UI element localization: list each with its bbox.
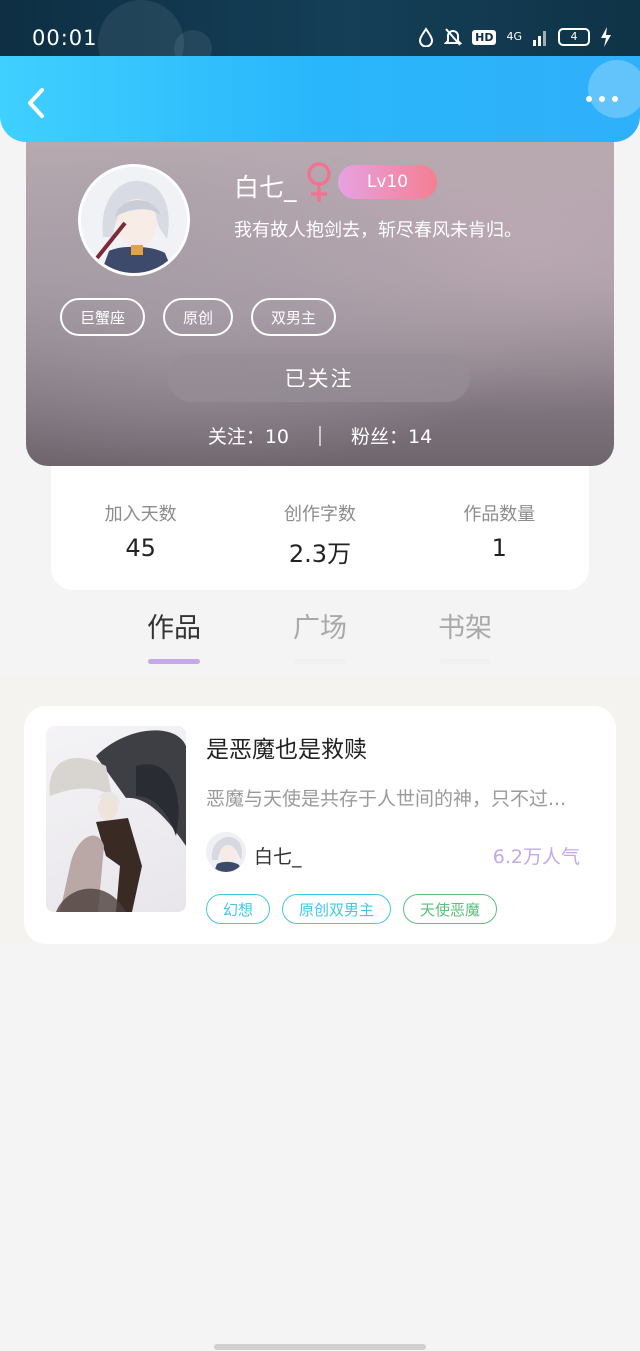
work-tag[interactable]: 天使恶魔 (403, 894, 498, 924)
female-gender-icon (307, 162, 331, 202)
profile-tag[interactable]: 原创 (163, 298, 234, 336)
stats-card: 加入天数 45 创作字数 2.3万 作品数量 1 (51, 466, 589, 590)
work-title[interactable]: 是恶魔也是救赎 (206, 730, 367, 764)
user-signature: 我有故人抱剑去，斩尽春风未肯归。 (234, 220, 522, 241)
author-avatar[interactable] (206, 832, 246, 872)
following-count[interactable]: 关注：10 (208, 422, 289, 449)
divider (319, 425, 321, 446)
profile-tags: 巨蟹座 原创 双男主 (60, 298, 337, 336)
decorative-bubble (588, 60, 640, 118)
mute-bell-icon (444, 28, 463, 46)
tab-indicator (148, 659, 200, 664)
work-card[interactable]: 是恶魔也是救赎 恶魔与天使是共存于人世间的神，只不过... 白七_ 6.2万人气… (24, 706, 616, 944)
cover-illustration (49, 730, 186, 912)
fans-count[interactable]: 粉丝：14 (351, 422, 432, 449)
decorative-bubble (98, 0, 184, 58)
charging-icon (601, 27, 611, 47)
work-tag[interactable]: 原创双男主 (282, 894, 392, 924)
work-description: 恶魔与天使是共存于人世间的神，只不过... (206, 788, 567, 810)
back-arrow-icon[interactable] (22, 86, 50, 120)
tab-label: 广场 (293, 613, 347, 644)
stat-join-days: 加入天数 45 (51, 466, 230, 590)
top-nav-bar (0, 56, 640, 142)
profile-tag[interactable]: 双男主 (251, 298, 337, 336)
follow-stats: 关注：10 粉丝：14 (26, 422, 614, 449)
username: 白七_ (234, 173, 297, 202)
tab-works[interactable]: 作品 (134, 606, 214, 664)
data-saver-icon (419, 27, 434, 47)
hd-badge: HD (472, 29, 497, 45)
content-tabs: 作品 广场 书架 (0, 606, 640, 676)
stat-value: 2.3万 (288, 540, 352, 568)
tab-label: 作品 (147, 613, 201, 644)
avatar-illustration (81, 167, 187, 273)
stat-label: 创作字数 (283, 504, 356, 525)
popularity-count: 6.2万人气 (492, 846, 580, 868)
stat-label: 加入天数 (104, 504, 177, 525)
level-badge: Lv10 (338, 165, 437, 199)
tab-indicator (294, 659, 346, 664)
stat-value: 1 (491, 534, 507, 562)
stat-word-count: 创作字数 2.3万 (230, 466, 409, 590)
work-tags: 幻想 原创双男主 天使恶魔 (206, 894, 498, 924)
tab-label: 书架 (438, 613, 492, 644)
author-avatar-illustration (206, 832, 246, 872)
author-name[interactable]: 白七_ (254, 842, 302, 869)
profile-tag[interactable]: 巨蟹座 (60, 298, 146, 336)
tab-square[interactable]: 广场 (280, 606, 360, 664)
decorative-bubble (174, 30, 212, 58)
status-time: 00:01 (32, 26, 98, 50)
stat-value: 45 (125, 534, 156, 562)
signal-icon (533, 31, 546, 46)
work-tag[interactable]: 幻想 (206, 894, 271, 924)
stat-works-count: 作品数量 1 (410, 466, 589, 590)
follow-button[interactable]: 已关注 (168, 354, 470, 402)
battery-icon: 4 (558, 28, 590, 46)
work-cover-image[interactable] (46, 726, 186, 912)
tab-bookshelf[interactable]: 书架 (425, 606, 505, 664)
profile-header: 白七_ Lv10 我有故人抱剑去，斩尽春风未肯归。 巨蟹座 原创 双男主 已关注… (26, 120, 614, 466)
avatar[interactable] (78, 164, 190, 276)
tab-indicator (439, 659, 491, 664)
status-bar: 00:01 HD 4G 4 (0, 0, 640, 58)
home-indicator[interactable] (214, 1344, 426, 1350)
more-options-icon[interactable] (586, 96, 618, 102)
status-icons: HD 4G 4 (418, 27, 612, 47)
network-label: 4G (506, 30, 522, 43)
stat-label: 作品数量 (463, 504, 536, 525)
